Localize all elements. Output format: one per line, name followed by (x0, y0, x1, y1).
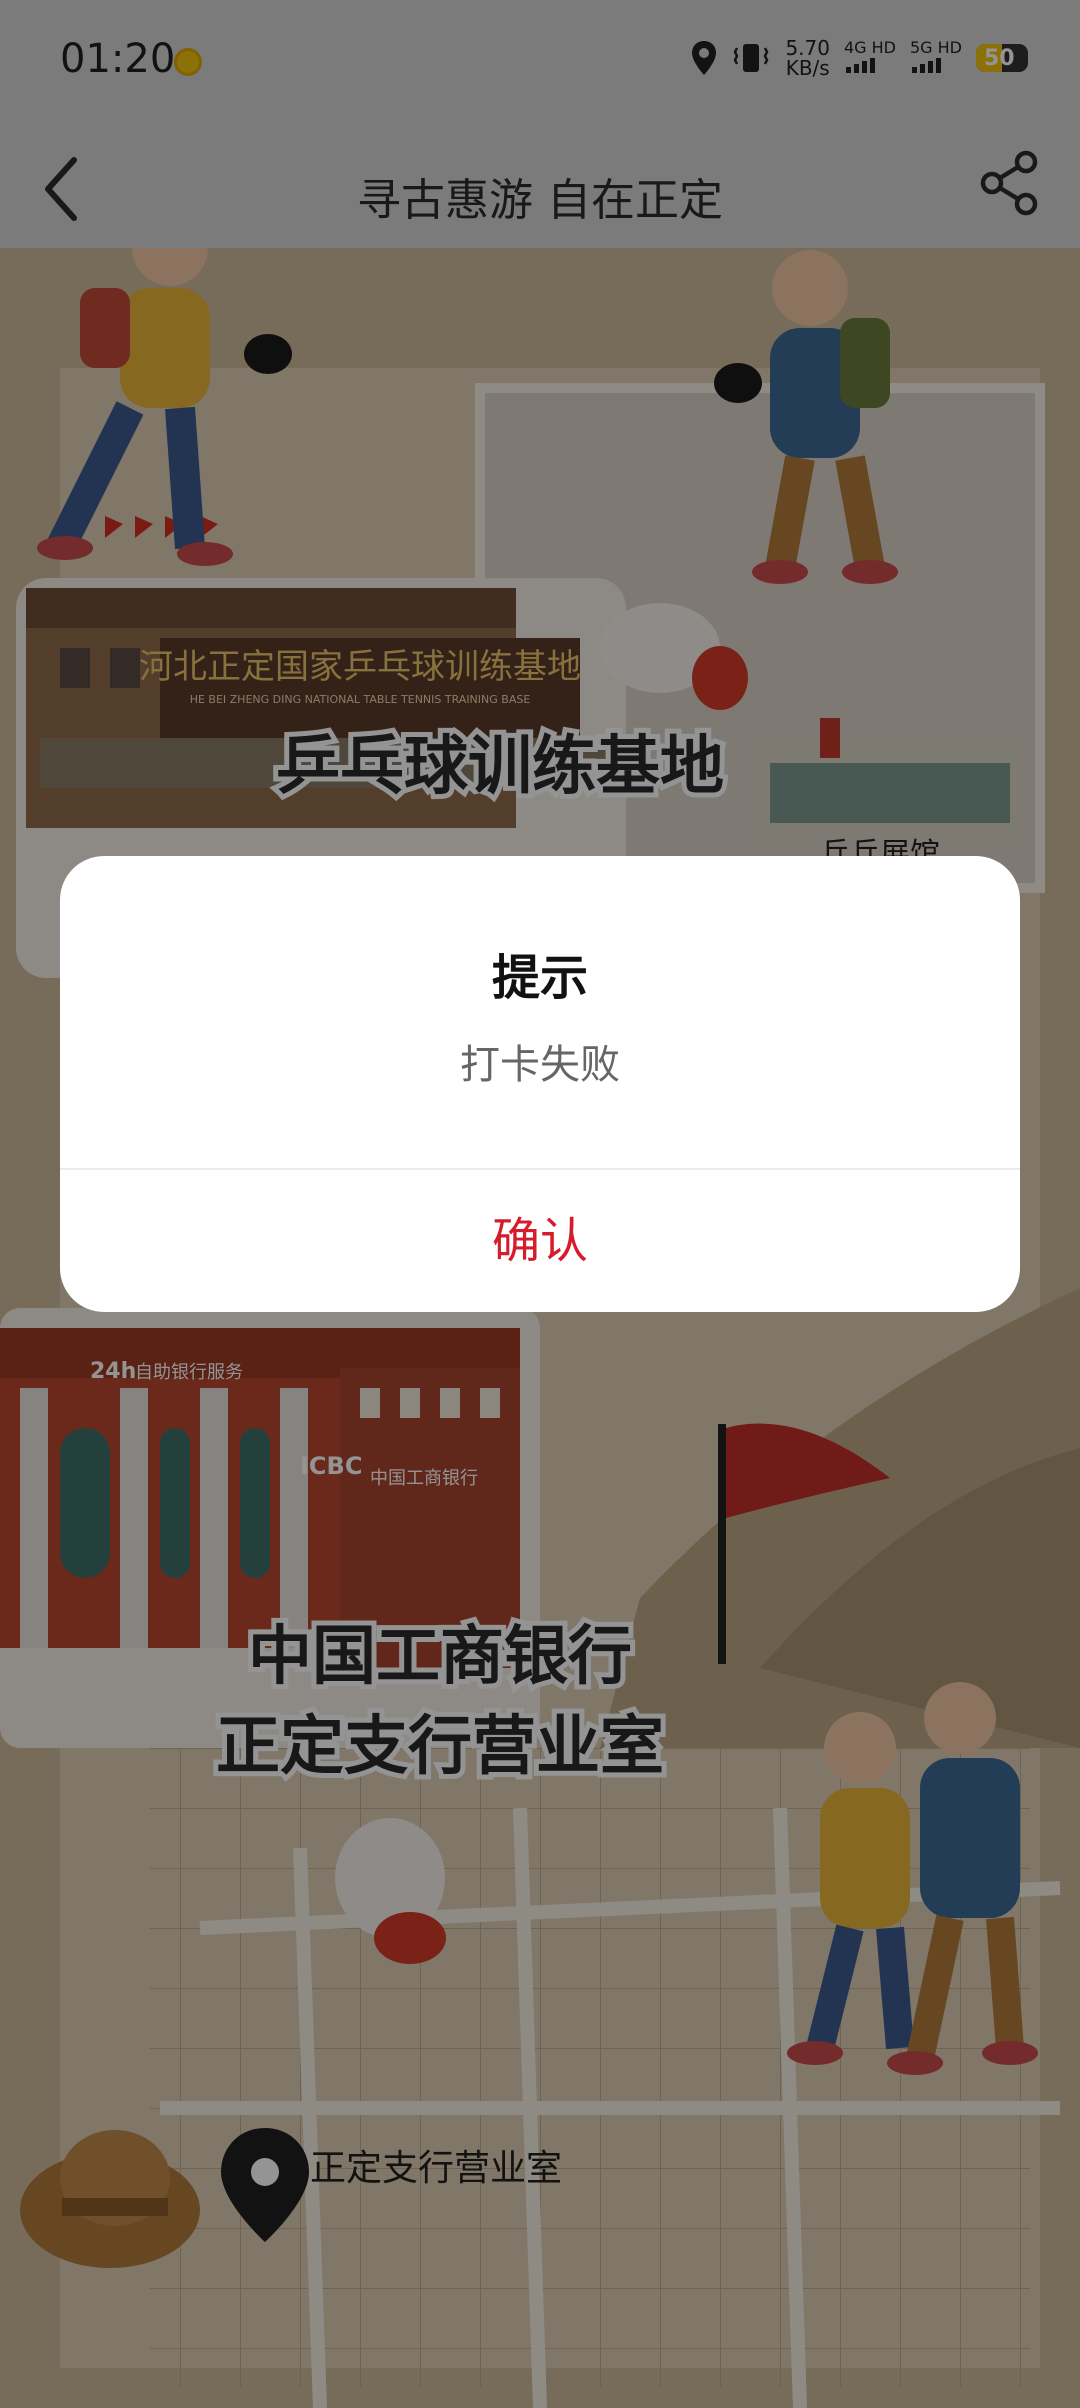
alert-dialog: 提示 打卡失败 确认 (60, 856, 1020, 1312)
dialog-message: 打卡失败 (460, 1042, 620, 1088)
confirm-button[interactable]: 确认 (60, 1170, 1020, 1312)
dialog-title: 提示 (491, 950, 588, 1006)
